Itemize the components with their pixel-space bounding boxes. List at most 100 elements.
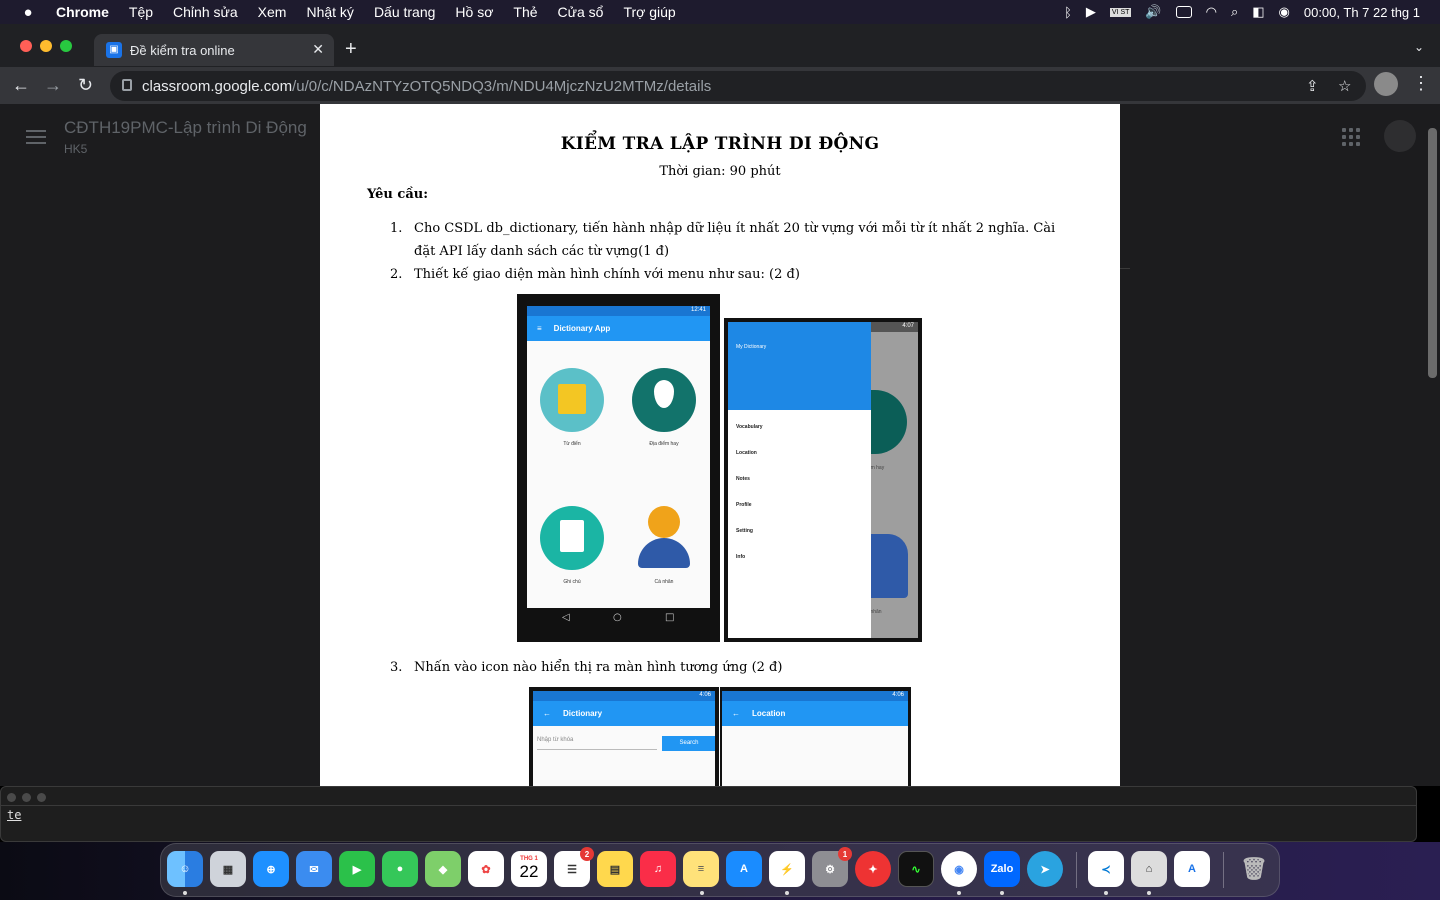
bluetooth-icon[interactable]: ᛒ [1064, 5, 1072, 20]
class-title[interactable]: CĐTH19PMC-Lập trình Di Động [64, 118, 307, 138]
bookmark-star-icon[interactable]: ☆ [1338, 77, 1351, 95]
back-arrow-icon: ← [543, 709, 551, 718]
compass-app-icon[interactable]: ✦ [855, 851, 891, 887]
menu-window[interactable]: Cửa sổ [558, 4, 604, 20]
tab-search-chevron-icon[interactable]: ⌄ [1414, 40, 1424, 54]
facetime-icon[interactable]: ▶ [339, 851, 375, 887]
menu-file[interactable]: Tệp [129, 4, 153, 20]
apple-icon[interactable]: ● [0, 4, 56, 21]
wifi-icon[interactable]: ◠ [1206, 4, 1217, 20]
settings-badge: 1 [838, 847, 852, 861]
class-subtitle: HK5 [64, 142, 88, 156]
finder-icon[interactable]: ☺ [167, 851, 203, 887]
volume-icon[interactable]: 🔊 [1145, 4, 1161, 20]
reminders-icon[interactable]: ☰ 2 [554, 847, 594, 887]
address-bar[interactable]: classroom.google.com/u/0/c/NDAzNTYzOTQ5N… [110, 71, 1366, 101]
music-icon[interactable]: ♫ [640, 851, 676, 887]
notes-app-icon[interactable]: ▤ [597, 851, 633, 887]
location-pin-icon [632, 368, 696, 432]
back-nav-icon: ◁ [562, 612, 570, 623]
share-icon[interactable]: ⇪ [1306, 77, 1319, 95]
trash-icon[interactable]: 🗑 [1236, 851, 1272, 887]
maps-icon[interactable]: ◆ [425, 851, 461, 887]
caption-places: Địa điểm hay [649, 441, 679, 447]
activity-monitor-icon[interactable]: ∿ [898, 851, 934, 887]
messenger-icon[interactable]: ⚡ [769, 851, 805, 887]
xcode-icon[interactable]: A [1174, 851, 1210, 887]
menu-bar: ● Chrome Tệp Chỉnh sửa Xem Nhật ký Dấu t… [0, 0, 1440, 24]
terminal-text[interactable]: te [7, 808, 21, 822]
document-preview: KIỂM TRA LẬP TRÌNH DI ĐỘNG Thời gian: 90… [320, 104, 1120, 786]
zalo-icon[interactable]: Zalo [984, 851, 1020, 887]
list-item: 1. Cho CSDL db_dictionary, tiến hành nhập… [390, 221, 1056, 259]
phone-dictionary-screenshot: 4:06 ← Dictionary Nhập từ khóa Search [529, 687, 719, 786]
book-icon [540, 368, 604, 432]
siri-icon[interactable]: ◉ [1279, 4, 1290, 20]
reload-icon[interactable]: ↻ [78, 75, 93, 96]
messages-icon[interactable]: ● [382, 851, 418, 887]
forward-arrow-icon[interactable]: → [44, 75, 62, 96]
divider [1120, 268, 1130, 269]
launchpad-icon[interactable]: ▦ [210, 851, 246, 887]
clock[interactable]: 00:00, Th 7 22 thg 1 [1304, 5, 1420, 20]
terminal-minimize-button[interactable] [22, 793, 31, 802]
new-tab-button[interactable]: + [345, 38, 357, 61]
doc-requirements-label: Yêu cầu: [367, 187, 428, 202]
menu-app-name[interactable]: Chrome [56, 4, 109, 20]
input-source-icon[interactable]: VI ST [1109, 7, 1132, 17]
zoom-window-button[interactable] [60, 40, 72, 52]
browser-window: ▣ Đề kiểm tra online ✕ + ⌄ ← → ↻ classro… [0, 24, 1440, 104]
photos-icon[interactable]: ✿ [468, 851, 504, 887]
user-avatar[interactable] [1384, 120, 1416, 152]
search-icon[interactable]: ⌕ [1231, 4, 1238, 20]
app-store-icon[interactable]: A [726, 851, 762, 887]
telegram-icon[interactable]: ➤ [1027, 851, 1063, 887]
safari-icon[interactable]: ⊕ [253, 851, 289, 887]
terminal-panel[interactable]: te [0, 786, 1417, 842]
menu-view[interactable]: Xem [258, 4, 287, 20]
page-content: CĐTH19PMC-Lập trình Di Động HK5 KIỂM TRA… [0, 104, 1440, 786]
list-item: 3. Nhấn vào icon nào hiển thị ra màn hình… [390, 660, 783, 675]
dock: ☺ ▦ ⊕ ✉ ▶ ● ◆ ✿ THG 1 22 ☰ 2 ▤ ♫ ≡ A ⚡ ⚙ 1 … [160, 843, 1280, 897]
close-window-button[interactable] [20, 40, 32, 52]
close-tab-icon[interactable]: ✕ [312, 41, 324, 58]
mail-icon[interactable]: ✉ [296, 851, 332, 887]
play-icon[interactable]: ▶ [1086, 4, 1096, 20]
menu-profiles[interactable]: Hồ sơ [455, 4, 493, 20]
back-arrow-icon: ← [732, 709, 740, 718]
more-menu-icon[interactable]: ⋮ [1412, 73, 1430, 94]
phone-drawer-screenshot: 4:07 ểm hay nhân My Dictionary Vocabular… [724, 318, 922, 642]
android-file-icon[interactable]: ⌂ [1131, 851, 1167, 887]
system-preferences-icon[interactable]: ⚙ 1 [812, 847, 852, 887]
menu-bookmarks[interactable]: Dấu trang [374, 4, 435, 20]
chrome-icon[interactable]: ◉ [941, 851, 977, 887]
menu-history[interactable]: Nhật ký [306, 4, 353, 20]
menu-edit[interactable]: Chỉnh sửa [173, 4, 238, 20]
recents-nav-icon: □ [665, 612, 675, 623]
scrollbar[interactable] [1428, 128, 1437, 378]
drawer-item: Profile [736, 502, 752, 508]
control-center-icon[interactable]: ◧ [1252, 4, 1264, 20]
terminal-zoom-button[interactable] [37, 793, 46, 802]
lock-icon[interactable] [122, 79, 132, 91]
url-host: classroom.google.com [142, 77, 293, 95]
browser-tab[interactable]: ▣ Đề kiểm tra online ✕ [94, 34, 334, 66]
battery-icon[interactable] [1175, 6, 1192, 18]
drawer-item: Vocabulary [736, 424, 763, 430]
vscode-icon[interactable]: ≺ [1088, 851, 1124, 887]
hamburger-menu-icon[interactable] [26, 130, 46, 144]
back-arrow-icon[interactable]: ← [12, 75, 30, 96]
calendar-icon[interactable]: THG 1 22 [511, 851, 547, 887]
tab-title: Đề kiểm tra online [130, 42, 235, 58]
stickies-icon[interactable]: ≡ [683, 851, 719, 887]
menu-tab[interactable]: Thẻ [513, 4, 537, 20]
menu-help[interactable]: Trợ giúp [623, 4, 675, 20]
doc-time: Thời gian: 90 phút [659, 164, 781, 179]
terminal-close-button[interactable] [7, 793, 16, 802]
app-bar: ≡ Dictionary App [527, 316, 710, 341]
google-apps-icon[interactable] [1342, 128, 1360, 146]
minimize-window-button[interactable] [40, 40, 52, 52]
url-path: /u/0/c/NDAzNTYzOTQ5NDQ3/m/NDU4MjczNzU2MT… [292, 77, 712, 95]
classroom-favicon-icon: ▣ [106, 42, 122, 58]
profile-avatar[interactable] [1374, 72, 1398, 96]
